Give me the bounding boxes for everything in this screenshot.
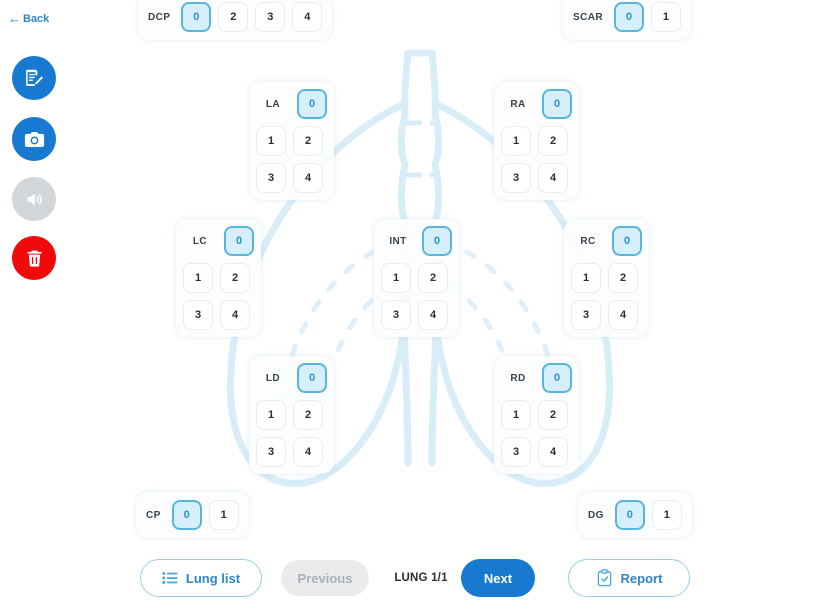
trash-icon — [24, 248, 45, 269]
score-cell-la-4[interactable]: 4 — [293, 163, 323, 193]
score-cell-int-0[interactable]: 0 — [422, 226, 452, 256]
back-label: Back — [23, 12, 50, 25]
score-panel-ld: LD 0 1 2 3 4 — [249, 356, 334, 474]
score-panel-rd: RD 0 1 2 3 4 — [494, 356, 579, 474]
bottom-navigation-bar: Lung list Previous LUNG 1/1 Next Report — [0, 552, 820, 604]
score-cell-lc-4[interactable]: 4 — [220, 300, 250, 330]
lung-scoring-screen: ← Back DCP 0 2 3 4 SCAR 0 1 CP 0 1 DG 0 … — [0, 0, 820, 612]
arrow-left-icon: ← — [8, 11, 21, 26]
panel-label-dg: DG — [588, 509, 604, 521]
score-cell-cp-0[interactable]: 0 — [171, 500, 202, 530]
score-cell-la-0[interactable]: 0 — [297, 89, 327, 119]
panel-label-ra: RA — [510, 98, 526, 110]
score-cell-dcp-3[interactable]: 4 — [292, 2, 323, 32]
panel-label-rd: RD — [510, 372, 526, 384]
score-cell-lc-1[interactable]: 1 — [183, 263, 213, 293]
score-cell-int-4[interactable]: 4 — [418, 300, 448, 330]
score-cell-ra-4[interactable]: 4 — [538, 163, 568, 193]
panel-label-rc: RC — [580, 235, 596, 247]
score-panel-lc: LC 0 1 2 3 4 — [176, 219, 261, 337]
left-sidebar: ← Back — [0, 0, 70, 612]
clipboard-check-icon — [596, 569, 613, 587]
score-cell-rd-0[interactable]: 0 — [542, 363, 572, 393]
score-cell-rc-2[interactable]: 2 — [608, 263, 638, 293]
camera-button[interactable] — [12, 117, 56, 161]
panel-label-ld: LD — [265, 372, 281, 384]
next-button[interactable]: Next — [461, 559, 535, 597]
score-panel-scar: SCAR 0 1 — [563, 0, 691, 40]
score-cell-ra-3[interactable]: 3 — [501, 163, 531, 193]
panel-label-la: LA — [265, 98, 281, 110]
score-panel-int: INT 0 1 2 3 4 — [374, 219, 459, 337]
report-button[interactable]: Report — [568, 559, 690, 597]
score-panel-rc: RC 0 1 2 3 4 — [564, 219, 649, 337]
report-label: Report — [620, 570, 663, 586]
score-cell-lc-3[interactable]: 3 — [183, 300, 213, 330]
score-cell-ld-1[interactable]: 1 — [256, 400, 286, 430]
score-cell-rc-0[interactable]: 0 — [612, 226, 642, 256]
score-cell-dcp-0[interactable]: 0 — [181, 2, 212, 32]
score-cell-rc-3[interactable]: 3 — [571, 300, 601, 330]
camera-icon — [23, 128, 46, 151]
score-cell-ld-0[interactable]: 0 — [297, 363, 327, 393]
page-indicator: LUNG 1/1 — [394, 572, 448, 584]
score-panel-dg: DG 0 1 — [578, 492, 692, 538]
score-cell-int-2[interactable]: 2 — [418, 263, 448, 293]
score-cell-la-2[interactable]: 2 — [293, 126, 323, 156]
previous-label: Previous — [297, 570, 353, 586]
panel-label-scar: SCAR — [573, 11, 603, 23]
note-edit-icon — [23, 67, 45, 89]
score-cell-rc-1[interactable]: 1 — [571, 263, 601, 293]
panel-label-lc: LC — [192, 235, 208, 247]
list-icon — [162, 571, 178, 585]
score-cell-la-1[interactable]: 1 — [256, 126, 286, 156]
score-cell-dg-0[interactable]: 0 — [614, 500, 645, 530]
score-cell-ld-3[interactable]: 3 — [256, 437, 286, 467]
back-button[interactable]: ← Back — [8, 12, 49, 25]
lung-list-button[interactable]: Lung list — [140, 559, 262, 597]
score-cell-scar-1[interactable]: 1 — [650, 2, 681, 32]
panel-label-cp: CP — [146, 509, 161, 521]
score-cell-la-3[interactable]: 3 — [256, 163, 286, 193]
score-panel-dcp: DCP 0 2 3 4 — [138, 0, 333, 40]
score-cell-dcp-1[interactable]: 2 — [218, 2, 249, 32]
score-cell-int-3[interactable]: 3 — [381, 300, 411, 330]
score-cell-int-1[interactable]: 1 — [381, 263, 411, 293]
score-cell-rd-4[interactable]: 4 — [538, 437, 568, 467]
score-cell-ra-2[interactable]: 2 — [538, 126, 568, 156]
score-cell-ra-0[interactable]: 0 — [542, 89, 572, 119]
panel-label-dcp: DCP — [148, 11, 171, 23]
score-cell-dcp-2[interactable]: 3 — [255, 2, 286, 32]
score-cell-ld-4[interactable]: 4 — [293, 437, 323, 467]
score-cell-rc-4[interactable]: 4 — [608, 300, 638, 330]
score-cell-ra-1[interactable]: 1 — [501, 126, 531, 156]
score-panel-ra: RA 0 1 2 3 4 — [494, 82, 579, 200]
lung-list-label: Lung list — [185, 570, 241, 586]
previous-button[interactable]: Previous — [281, 560, 369, 596]
score-cell-lc-2[interactable]: 2 — [220, 263, 250, 293]
score-cell-cp-1[interactable]: 1 — [208, 500, 239, 530]
score-cell-scar-0[interactable]: 0 — [613, 2, 644, 32]
note-edit-button[interactable] — [12, 56, 56, 100]
score-panel-cp: CP 0 1 — [136, 492, 249, 538]
score-cell-lc-0[interactable]: 0 — [224, 226, 254, 256]
score-cell-dg-1[interactable]: 1 — [651, 500, 682, 530]
score-cell-rd-1[interactable]: 1 — [501, 400, 531, 430]
delete-button[interactable] — [12, 236, 56, 280]
panel-label-int: INT — [389, 235, 407, 247]
score-cell-ld-2[interactable]: 2 — [293, 400, 323, 430]
score-cell-rd-3[interactable]: 3 — [501, 437, 531, 467]
next-label: Next — [483, 570, 513, 586]
speaker-icon — [24, 189, 45, 210]
sound-button[interactable] — [12, 177, 56, 221]
score-cell-rd-2[interactable]: 2 — [538, 400, 568, 430]
score-panel-la: LA 0 1 2 3 4 — [249, 82, 334, 200]
